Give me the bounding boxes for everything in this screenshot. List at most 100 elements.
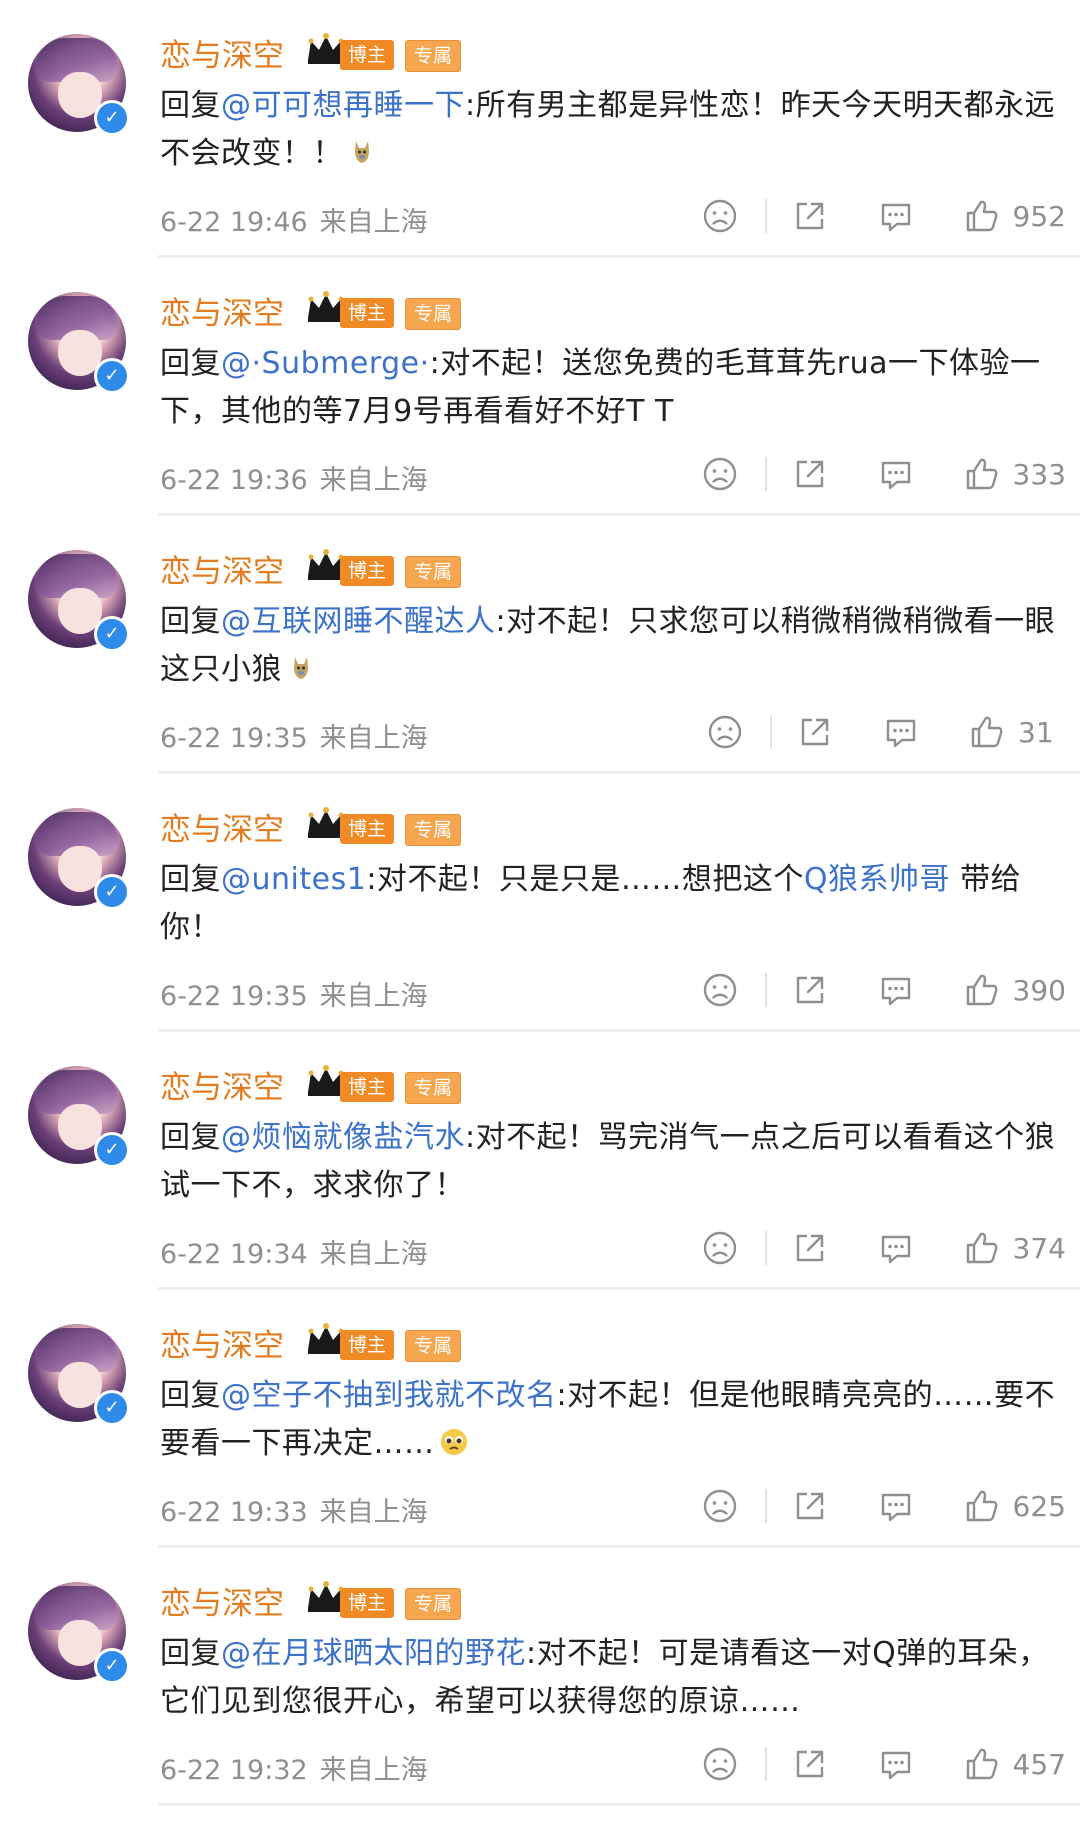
comment-meta: 6-22 19:35 来自上海 (160, 974, 428, 1013)
exclusive-badge: 专属 (405, 814, 462, 846)
action-bar: 333 (701, 454, 1066, 494)
comment-item: ✓ 恋与深空 博主 专属 回复@互联网睡不醒达人:对不起！只求您可以稍微稍微稍微… (0, 516, 1080, 774)
timestamp: 6-22 19:36 (160, 465, 308, 496)
user-name[interactable]: 恋与深空 (160, 288, 284, 333)
timestamp: 6-22 19:35 (160, 981, 308, 1012)
comment-icon (881, 1751, 910, 1780)
exclusive-badge: 专属 (405, 1330, 462, 1362)
verified-badge-icon: ✓ (94, 616, 130, 652)
reply-button[interactable] (877, 454, 915, 494)
comment-meta: 6-22 19:46 来自上海 (160, 200, 428, 239)
share-icon (796, 202, 823, 230)
reply-button[interactable] (877, 1228, 915, 1268)
mention-link[interactable]: @可可想再睡一下 (221, 88, 465, 123)
dislike-button[interactable] (701, 1228, 739, 1268)
comment-item: ✓ 恋与深空 博主 专属 回复@烦恼就像盐汽水:对不起！骂完消气一点之后可以看看… (0, 1032, 1080, 1290)
share-button[interactable] (796, 712, 834, 752)
verified-badge-icon: ✓ (94, 1132, 130, 1168)
dislike-button[interactable] (701, 970, 739, 1010)
reply-button[interactable] (877, 1486, 915, 1526)
share-button[interactable] (791, 1744, 829, 1784)
reply-button[interactable] (877, 970, 915, 1010)
emoji-slot (282, 652, 316, 687)
dislike-button[interactable] (701, 196, 739, 236)
wolf-emoji (355, 141, 369, 163)
reply-prefix: 回复 (160, 862, 221, 897)
frown-face-icon (708, 715, 742, 749)
action-bar: 31 (706, 712, 1066, 752)
reply-button[interactable] (882, 712, 920, 752)
blogger-badge: 博主 (340, 556, 395, 586)
like-button[interactable]: 625 (963, 1486, 1066, 1526)
user-name[interactable]: 恋与深空 (160, 30, 284, 75)
location-source: 来自上海 (319, 981, 428, 1012)
reply-prefix: 回复 (160, 88, 221, 123)
mention-link[interactable]: @·Submerge· (221, 346, 430, 381)
timestamp: 6-22 19:46 (160, 207, 308, 238)
like-button[interactable]: 374 (963, 1228, 1066, 1268)
user-name[interactable]: 恋与深空 (160, 546, 284, 591)
share-button[interactable] (791, 970, 829, 1010)
emoji-slot (343, 136, 377, 171)
action-separator (764, 973, 767, 1007)
reply-button[interactable] (877, 1744, 915, 1784)
reply-prefix: 回复 (160, 346, 221, 381)
exclusive-badge: 专属 (405, 40, 462, 72)
verified-badge-icon: ✓ (94, 1648, 130, 1684)
like-button[interactable]: 457 (963, 1744, 1066, 1784)
share-button[interactable] (791, 1486, 829, 1526)
action-separator (764, 1231, 767, 1265)
user-name[interactable]: 恋与深空 (160, 1578, 284, 1623)
dislike-button[interactable] (701, 1744, 739, 1784)
timestamp: 6-22 19:35 (160, 723, 308, 754)
user-name[interactable]: 恋与深空 (160, 1320, 284, 1365)
pleading-face-emoji (440, 1429, 467, 1455)
comment-text: 回复@·Submerge·:对不起！送您免费的毛茸茸先rua一下体验一下，其他的… (160, 340, 1060, 436)
location-source: 来自上海 (319, 723, 428, 754)
verified-badge-icon: ✓ (94, 1390, 130, 1426)
dislike-button[interactable] (701, 454, 739, 494)
action-separator (764, 457, 767, 491)
frown-face-icon (703, 1747, 736, 1781)
mention-link[interactable]: @烦恼就像盐汽水 (221, 1120, 465, 1155)
user-name[interactable]: 恋与深空 (160, 804, 284, 849)
share-icon (796, 976, 823, 1004)
mention-link[interactable]: @unites1 (221, 862, 366, 897)
user-name[interactable]: 恋与深空 (160, 1062, 284, 1107)
like-button[interactable]: 390 (963, 970, 1066, 1010)
like-count: 625 (1012, 1489, 1066, 1523)
timestamp: 6-22 19:33 (160, 1497, 308, 1528)
comment-icon (881, 1493, 910, 1522)
comment-meta: 6-22 19:33 来自上海 (160, 1490, 428, 1529)
action-separator (764, 199, 767, 233)
share-button[interactable] (791, 196, 829, 236)
mention-link[interactable]: @空子不抽到我就不改名 (221, 1378, 557, 1413)
share-button[interactable] (791, 1228, 829, 1268)
reply-prefix: 回复 (160, 604, 221, 639)
like-button[interactable]: 333 (963, 454, 1066, 494)
thumbs-up-icon (966, 200, 997, 232)
thumbs-up-icon (966, 1232, 997, 1264)
reply-prefix: 回复 (160, 1378, 221, 1413)
dislike-button[interactable] (701, 1486, 739, 1526)
mention-link[interactable]: @互联网睡不醒达人 (221, 604, 496, 639)
mention-link[interactable]: @在月球晒太阳的野花 (221, 1636, 526, 1671)
action-bar: 952 (701, 196, 1066, 236)
like-button[interactable]: 31 (968, 712, 1066, 752)
dislike-button[interactable] (706, 712, 744, 752)
row-divider (158, 1803, 1080, 1806)
frown-face-icon (703, 1489, 736, 1523)
share-button[interactable] (791, 454, 829, 494)
verified-badge-icon: ✓ (94, 100, 130, 136)
blogger-badge: 博主 (340, 1588, 395, 1618)
blogger-badge: 博主 (340, 40, 395, 70)
exclusive-badge: 专属 (405, 556, 462, 588)
reply-button[interactable] (877, 196, 915, 236)
thumbs-up-icon (966, 458, 997, 490)
action-bar: 457 (701, 1744, 1066, 1784)
comment-text: 回复@在月球晒太阳的野花:对不起！可是请看这一对Q弹的耳朵，它们见到您很开心，希… (160, 1630, 1060, 1726)
comment-meta: 6-22 19:35 来自上海 (160, 716, 428, 755)
like-button[interactable]: 952 (963, 196, 1066, 236)
comment-item: ✓ 恋与深空 博主 专属 回复@unites1:对不起！只是只是……想把这个Q狼… (0, 774, 1080, 1032)
topic-link[interactable]: Q狼系帅哥 (804, 862, 950, 897)
